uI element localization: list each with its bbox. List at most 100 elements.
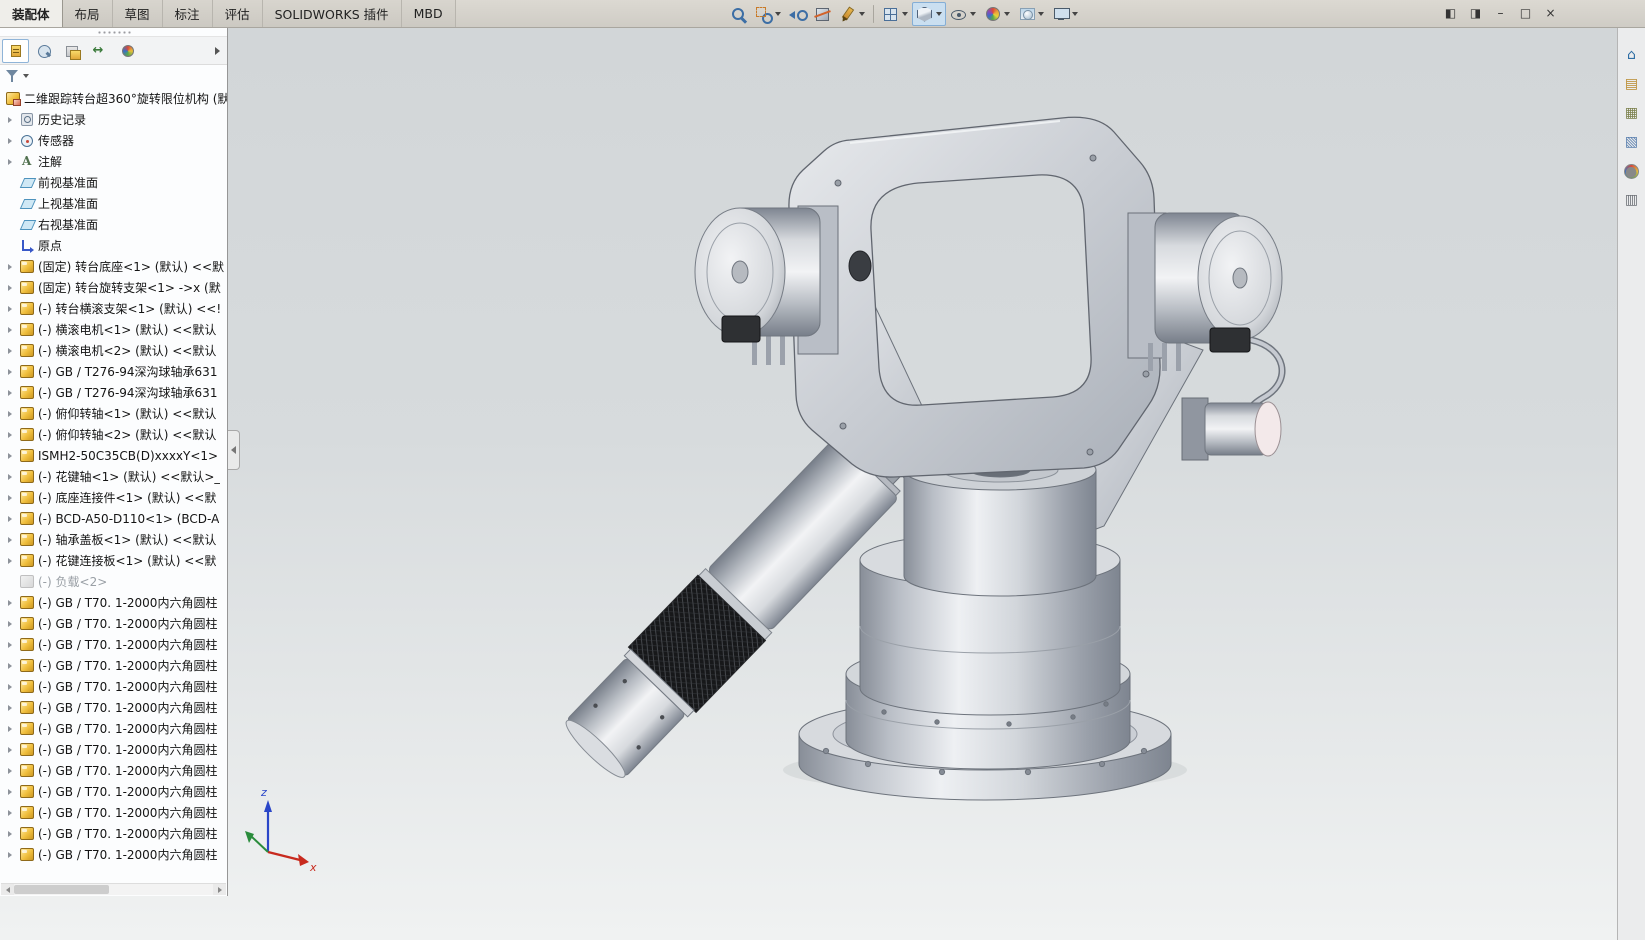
propertymanager-tab[interactable]	[30, 39, 57, 63]
configurationmanager-tab[interactable]	[58, 39, 85, 63]
minimize-button[interactable]: –	[1488, 2, 1513, 24]
view-settings-button[interactable]	[1048, 2, 1082, 26]
expand-arrow-icon[interactable]	[8, 453, 16, 459]
tree-item[interactable]: (-) GB / T70. 1-2000内六角圆柱	[0, 718, 227, 739]
tree-item[interactable]: (-) GB / T70. 1-2000内六角圆柱	[0, 844, 227, 865]
tree-item[interactable]: (-) GB / T276-94深沟球轴承631	[0, 361, 227, 382]
tab-evaluate[interactable]: 评估	[213, 0, 263, 27]
panel-tabs-overflow-button[interactable]	[209, 41, 225, 61]
tree-item[interactable]: (-) 轴承盖板<1> (默认) <<默认	[0, 529, 227, 550]
pane-right-button[interactable]: ◨	[1463, 2, 1488, 24]
section-view-button[interactable]	[810, 2, 835, 26]
tree-item[interactable]: (-) 底座连接件<1> (默认) <<默	[0, 487, 227, 508]
expand-arrow-icon[interactable]	[8, 222, 16, 228]
display-style-button[interactable]	[912, 2, 946, 26]
dimxpertmanager-tab[interactable]	[86, 39, 113, 63]
tree-item[interactable]: 前视基准面	[0, 172, 227, 193]
expand-arrow-icon[interactable]	[8, 747, 16, 753]
tree-item[interactable]: (-) 花键连接板<1> (默认) <<默	[0, 550, 227, 571]
scrollbar-track[interactable]	[14, 884, 213, 895]
model-gimbal-frame[interactable]	[789, 117, 1160, 477]
view-orientation-button[interactable]	[878, 2, 912, 26]
expand-arrow-icon[interactable]	[8, 768, 16, 774]
tree-item[interactable]: (-) 俯仰转轴<2> (默认) <<默认	[0, 424, 227, 445]
tree-item[interactable]: 上视基准面	[0, 193, 227, 214]
expand-arrow-icon[interactable]	[8, 306, 16, 312]
expand-arrow-icon[interactable]	[8, 159, 16, 165]
expand-arrow-icon[interactable]	[8, 621, 16, 627]
model-left-motor[interactable]	[695, 206, 838, 365]
expand-arrow-icon[interactable]	[8, 684, 16, 690]
expand-arrow-icon[interactable]	[8, 285, 16, 291]
apply-scene-button[interactable]	[1014, 2, 1048, 26]
tree-item[interactable]: (-) GB / T70. 1-2000内六角圆柱	[0, 676, 227, 697]
tree-item[interactable]: (-) GB / T70. 1-2000内六角圆柱	[0, 739, 227, 760]
expand-arrow-icon[interactable]	[8, 705, 16, 711]
expand-arrow-icon[interactable]	[8, 516, 16, 522]
tree-item[interactable]: 历史记录	[0, 109, 227, 130]
expand-arrow-icon[interactable]	[8, 642, 16, 648]
expand-arrow-icon[interactable]	[8, 600, 16, 606]
expand-arrow-icon[interactable]	[8, 432, 16, 438]
tree-item[interactable]: (-) GB / T70. 1-2000内六角圆柱	[0, 781, 227, 802]
tree-item[interactable]: ISMH2-50C35CB(D)xxxxY<1>	[0, 445, 227, 466]
tree-item[interactable]: (-) 横滚电机<1> (默认) <<默认	[0, 319, 227, 340]
tab-annotation[interactable]: 标注	[163, 0, 213, 27]
tree-item[interactable]: 原点	[0, 235, 227, 256]
model-encoder[interactable]	[1182, 398, 1281, 460]
tree-item[interactable]: (-) GB / T70. 1-2000内六角圆柱	[0, 634, 227, 655]
tree-item[interactable]: (-) 俯仰转轴<1> (默认) <<默认	[0, 403, 227, 424]
tab-solidworks-addins[interactable]: SOLIDWORKS 插件	[263, 0, 402, 27]
toolbar-separator[interactable]	[873, 5, 874, 23]
tree-root-item[interactable]: 二维跟踪转台超360°旋转限位机构 (默	[0, 88, 227, 109]
tree-item[interactable]: (-) GB / T70. 1-2000内六角圆柱	[0, 613, 227, 634]
tree-item[interactable]: (-) GB / T70. 1-2000内六角圆柱	[0, 655, 227, 676]
appearances-tab[interactable]: ●	[1620, 160, 1644, 182]
tree-item[interactable]: (-) BCD-A50-D110<1> (BCD-A	[0, 508, 227, 529]
tree-item[interactable]: (-) GB / T70. 1-2000内六角圆柱	[0, 760, 227, 781]
expand-arrow-icon[interactable]	[8, 495, 16, 501]
restore-button[interactable]: □	[1513, 2, 1538, 24]
scroll-right-button[interactable]	[213, 884, 226, 895]
panel-drag-handle[interactable]	[0, 28, 227, 37]
annotation-views-button[interactable]	[835, 2, 869, 26]
view-palette-tab[interactable]: ▧	[1620, 131, 1644, 153]
expand-arrow-icon[interactable]	[8, 201, 16, 207]
filter-button[interactable]	[6, 69, 29, 83]
expand-arrow-icon[interactable]	[8, 789, 16, 795]
expand-arrow-icon[interactable]	[8, 180, 16, 186]
expand-arrow-icon[interactable]	[8, 558, 16, 564]
expand-arrow-icon[interactable]	[8, 411, 16, 417]
scrollbar-thumb[interactable]	[14, 885, 109, 894]
tree-item[interactable]: (-) GB / T70. 1-2000内六角圆柱	[0, 592, 227, 613]
expand-arrow-icon[interactable]	[8, 663, 16, 669]
zoom-to-fit-button[interactable]	[726, 2, 751, 26]
tree-item[interactable]: (固定) 转台旋转支架<1> ->x (默	[0, 277, 227, 298]
3d-model[interactable]: x z	[0, 28, 1617, 940]
tree-item[interactable]: (-) 转台横滚支架<1> (默认) <<!	[0, 298, 227, 319]
expand-arrow-icon[interactable]	[8, 243, 16, 249]
scroll-left-button[interactable]	[1, 884, 14, 895]
previous-view-button[interactable]	[785, 2, 810, 26]
file-explorer-tab[interactable]: ▦	[1620, 102, 1644, 124]
displaymanager-tab[interactable]	[114, 39, 141, 63]
tree-item[interactable]: (-) GB / T70. 1-2000内六角圆柱	[0, 823, 227, 844]
expand-arrow-icon[interactable]	[8, 138, 16, 144]
tree-item[interactable]: (-) 花键轴<1> (默认) <<默认>_	[0, 466, 227, 487]
expand-arrow-icon[interactable]	[8, 537, 16, 543]
featuremanager-tab[interactable]	[2, 39, 29, 63]
graphics-area[interactable]: x z	[0, 28, 1617, 940]
tree-item[interactable]: (-) GB / T276-94深沟球轴承631	[0, 382, 227, 403]
expand-arrow-icon[interactable]	[8, 810, 16, 816]
tab-sketch[interactable]: 草图	[113, 0, 163, 27]
pane-left-button[interactable]: ◧	[1438, 2, 1463, 24]
close-button[interactable]: ×	[1538, 2, 1563, 24]
expand-arrow-icon[interactable]	[8, 831, 16, 837]
expand-arrow-icon[interactable]	[8, 579, 16, 585]
expand-arrow-icon[interactable]	[8, 726, 16, 732]
expand-arrow-icon[interactable]	[8, 852, 16, 858]
tab-assembly[interactable]: 装配体	[0, 0, 63, 27]
expand-arrow-icon[interactable]	[8, 264, 16, 270]
zoom-to-area-button[interactable]	[751, 2, 785, 26]
expand-arrow-icon[interactable]	[8, 327, 16, 333]
